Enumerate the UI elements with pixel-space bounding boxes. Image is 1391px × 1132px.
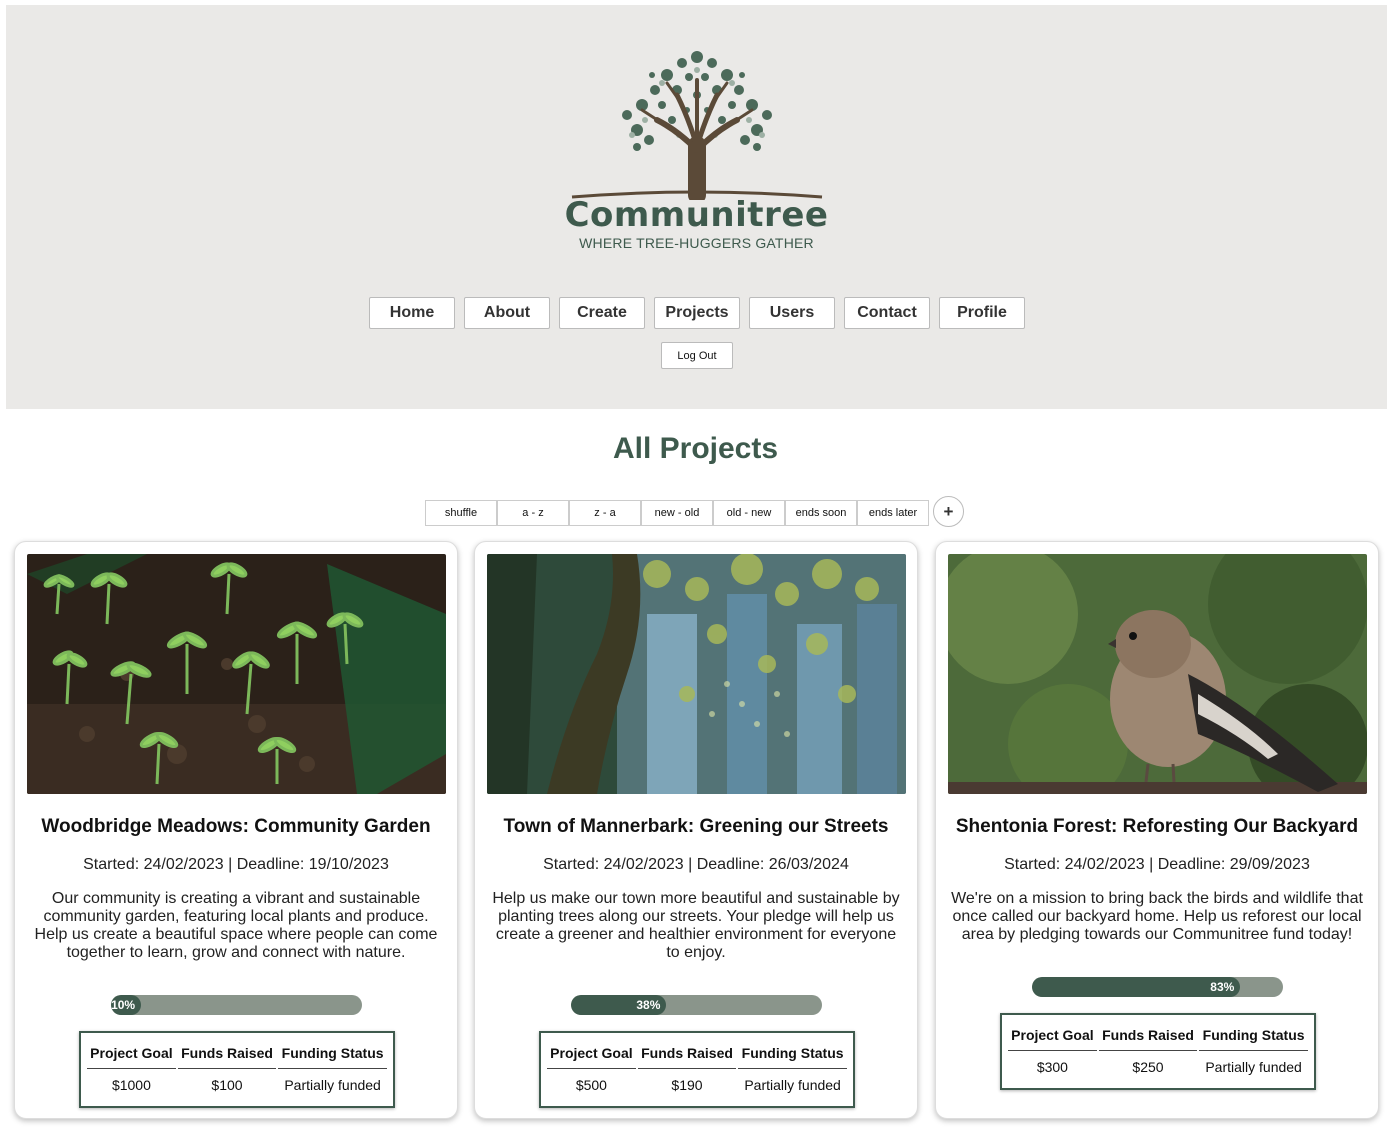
nav-create-button[interactable]: Create: [559, 297, 645, 329]
funding-status-value: Partially funded: [1205, 1059, 1302, 1075]
funding-table: Project Goal Funds Raised Funding Status…: [539, 1031, 855, 1108]
nav-users-button[interactable]: Users: [749, 297, 835, 329]
funding-progress-bar: 38%: [571, 995, 822, 1015]
nav-contact-button[interactable]: Contact: [844, 297, 930, 329]
project-description: We're on a mission to bring back the bir…: [951, 890, 1363, 943]
logout-button[interactable]: Log Out: [661, 342, 733, 369]
main-nav: Home About Create Projects Users Contact…: [369, 297, 1025, 329]
funding-progress-bar: 10%: [111, 995, 362, 1015]
header-project-goal: Project Goal: [87, 1039, 176, 1069]
project-title[interactable]: Shentonia Forest: Reforesting Our Backya…: [936, 816, 1378, 838]
funding-status-value: Partially funded: [744, 1077, 841, 1093]
header-funds-raised: Funds Raised: [637, 1039, 737, 1069]
project-dates: Started: 24/02/2023 | Deadline: 19/10/20…: [83, 856, 389, 873]
funding-table: Project Goal Funds Raised Funding Status…: [1000, 1013, 1316, 1090]
sort-z-a-button[interactable]: z - a: [569, 500, 641, 526]
progress-fill: 83%: [1032, 977, 1241, 997]
funds-raised-value: $190: [671, 1077, 703, 1093]
site-header: Communitree WHERE TREE-HUGGERS GATHER Ho…: [6, 5, 1387, 409]
header-funds-raised: Funds Raised: [1098, 1021, 1198, 1051]
project-card[interactable]: Woodbridge Meadows: Community Garden Sta…: [14, 541, 458, 1119]
sort-old-new-button[interactable]: old - new: [713, 500, 785, 526]
header-funding-status: Funding Status: [1199, 1021, 1308, 1051]
tree-icon: [571, 51, 822, 200]
table-row: $1000 $100 Partially funded: [87, 1069, 387, 1097]
project-description: Help us make our town more beautiful and…: [492, 890, 900, 961]
sort-bar: shuffle a - z z - a new - old old - new …: [425, 500, 929, 526]
street-trees-photo: [487, 554, 906, 794]
project-dates: Started: 24/02/2023 | Deadline: 26/03/20…: [543, 856, 849, 873]
project-goal-value: $300: [1036, 1059, 1068, 1075]
sort-ends-later-button[interactable]: ends later: [857, 500, 929, 526]
sort-new-old-button[interactable]: new - old: [641, 500, 713, 526]
funds-raised-value: $250: [1132, 1059, 1164, 1075]
project-dates: Started: 24/02/2023 | Deadline: 29/09/20…: [1004, 856, 1310, 873]
nav-about-button[interactable]: About: [464, 297, 550, 329]
header-funding-status: Funding Status: [278, 1039, 387, 1069]
header-project-goal: Project Goal: [1008, 1021, 1097, 1051]
project-card[interactable]: Town of Mannerbark: Greening our Streets…: [474, 541, 918, 1119]
page-title: All Projects: [612, 432, 779, 465]
table-row: $300 $250 Partially funded: [1008, 1051, 1308, 1079]
project-goal-value: $500: [575, 1077, 607, 1093]
sort-shuffle-button[interactable]: shuffle: [425, 500, 497, 526]
brand-name: Communitree: [564, 195, 829, 235]
funding-table: Project Goal Funds Raised Funding Status…: [79, 1031, 395, 1108]
header-funding-status: Funding Status: [738, 1039, 847, 1069]
bird-photo: [948, 554, 1367, 794]
sort-a-z-button[interactable]: a - z: [497, 500, 569, 526]
project-image[interactable]: [948, 554, 1367, 794]
project-image[interactable]: [487, 554, 906, 794]
sort-ends-soon-button[interactable]: ends soon: [785, 500, 857, 526]
project-title[interactable]: Woodbridge Meadows: Community Garden: [15, 816, 457, 838]
brand-tagline: WHERE TREE-HUGGERS GATHER: [579, 235, 814, 251]
funding-status-value: Partially funded: [284, 1077, 381, 1093]
header-funds-raised: Funds Raised: [177, 1039, 277, 1069]
progress-fill: 10%: [111, 995, 142, 1015]
table-row: $500 $190 Partially funded: [547, 1069, 847, 1097]
add-project-button[interactable]: +: [933, 496, 964, 527]
seedlings-photo: [27, 554, 446, 794]
funds-raised-value: $100: [211, 1077, 243, 1093]
project-image[interactable]: [27, 554, 446, 794]
project-title[interactable]: Town of Mannerbark: Greening our Streets: [475, 816, 917, 838]
header-project-goal: Project Goal: [547, 1039, 636, 1069]
nav-projects-button[interactable]: Projects: [654, 297, 740, 329]
nav-profile-button[interactable]: Profile: [939, 297, 1025, 329]
project-goal-value: $1000: [111, 1077, 151, 1093]
progress-fill: 38%: [571, 995, 667, 1015]
project-card[interactable]: Shentonia Forest: Reforesting Our Backya…: [935, 541, 1379, 1119]
project-description: Our community is creating a vibrant and …: [34, 890, 438, 961]
funding-progress-bar: 83%: [1032, 977, 1283, 997]
nav-home-button[interactable]: Home: [369, 297, 455, 329]
communitree-logo[interactable]: [6, 35, 1387, 200]
